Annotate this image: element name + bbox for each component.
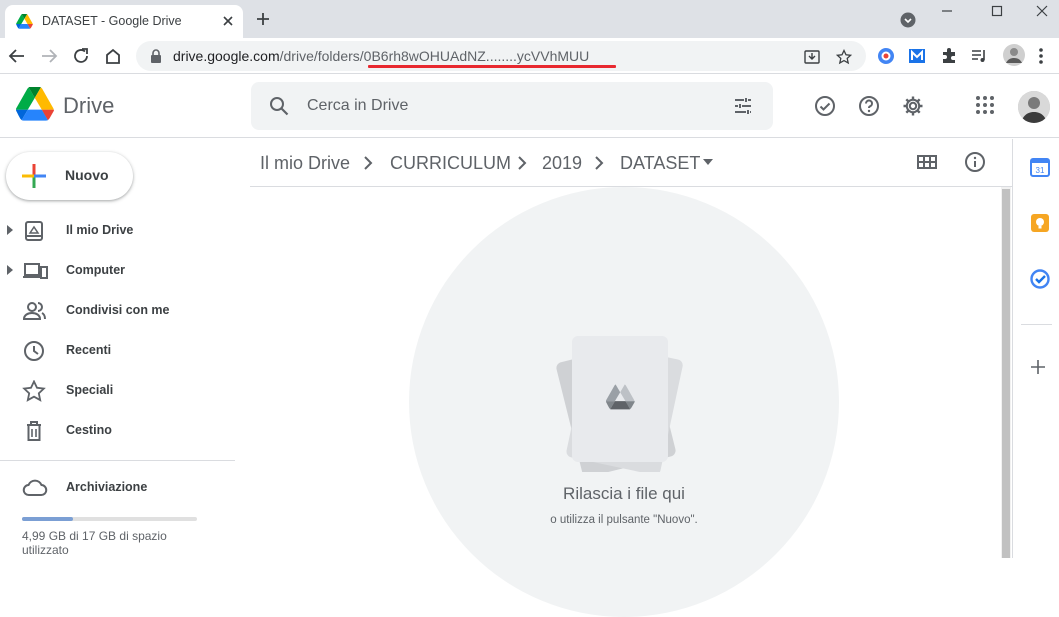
computer-icon (22, 260, 48, 282)
offline-status-icon[interactable] (814, 95, 836, 117)
chevron-right-icon (363, 156, 373, 170)
scrollbar-thumb[interactable] (1002, 189, 1010, 558)
extension-m-icon[interactable] (908, 47, 926, 65)
new-button-label: Nuovo (65, 167, 109, 183)
sidebar: Nuovo Il mio Drive Computer Condivisi co… (0, 139, 250, 558)
plus-multicolor-icon (22, 164, 46, 188)
sidebar-item-trash[interactable]: Cestino (0, 411, 235, 451)
drive-header: Drive (0, 75, 1059, 138)
info-icon[interactable] (964, 151, 986, 173)
media-control-icon[interactable] (970, 47, 988, 65)
breadcrumb-item[interactable]: CURRICULUM (390, 153, 511, 174)
bookmark-star-icon[interactable] (836, 49, 852, 65)
url-highlight-underline (368, 65, 616, 68)
side-panel: 31 (1012, 139, 1059, 558)
calendar-icon[interactable]: 31 (1030, 157, 1050, 177)
sidebar-divider (0, 460, 235, 461)
search-options-icon[interactable] (733, 96, 753, 116)
tab-title: DATASET - Google Drive (42, 14, 182, 28)
storage-progress-bar (22, 517, 197, 521)
install-app-icon[interactable] (804, 49, 820, 65)
grid-view-icon[interactable] (916, 151, 938, 173)
sidebar-item-starred[interactable]: Speciali (0, 371, 235, 411)
drop-zone-title: Rilascia i file qui (563, 484, 685, 503)
tab-search-icon[interactable] (900, 12, 916, 28)
add-addon-icon[interactable] (1030, 359, 1046, 375)
tasks-icon[interactable] (1030, 269, 1050, 289)
app-title[interactable]: Drive (63, 93, 114, 119)
sidebar-item-label: Recenti (66, 343, 112, 357)
settings-gear-icon[interactable] (902, 95, 924, 117)
google-apps-icon[interactable] (975, 95, 995, 115)
shared-people-icon (22, 300, 48, 322)
chevron-right-icon (594, 156, 604, 170)
close-window-icon[interactable] (1035, 4, 1049, 18)
search-bar[interactable] (251, 82, 773, 130)
svg-text:31: 31 (1036, 166, 1045, 175)
main-content: Il mio Drive CURRICULUM 2019 DATASET Ril… (250, 139, 1012, 617)
search-icon[interactable] (269, 96, 289, 116)
account-avatar[interactable] (1018, 91, 1050, 123)
drop-files-illustration-icon (548, 322, 688, 472)
cloud-icon (22, 477, 48, 499)
expand-caret-icon[interactable] (7, 265, 13, 275)
breadcrumb-current[interactable]: DATASET (620, 153, 700, 174)
new-tab-icon[interactable] (255, 11, 271, 27)
browser-toolbar: drive.google.com/drive/folders/0B6rh8wOH… (0, 38, 1059, 74)
sidebar-item-label: Speciali (66, 383, 114, 397)
browser-tab-strip: DATASET - Google Drive (0, 0, 1059, 38)
extension-g-icon[interactable] (877, 47, 895, 65)
star-icon (22, 380, 46, 402)
search-input[interactable] (307, 95, 707, 117)
sidebar-item-label: Archiviazione (66, 480, 148, 494)
drive-favicon-icon (16, 14, 33, 29)
keep-icon[interactable] (1030, 213, 1050, 233)
drive-logo-icon[interactable] (16, 87, 54, 121)
help-icon[interactable] (858, 95, 880, 117)
maximize-icon[interactable] (990, 4, 1004, 18)
storage-usage-text: 4,99 GB di 17 GB di spazio utilizzato (22, 529, 167, 557)
storage-progress-fill (22, 517, 73, 521)
sidebar-item-label: Computer (66, 263, 126, 277)
trash-icon (22, 420, 46, 442)
home-icon[interactable] (104, 47, 122, 65)
drop-zone-subtitle: o utilizza il pulsante "Nuovo". (550, 514, 698, 526)
recent-clock-icon (22, 340, 46, 362)
url-text[interactable]: drive.google.com/drive/folders/0B6rh8wOH… (173, 48, 589, 64)
chrome-menu-icon[interactable] (1038, 47, 1044, 65)
url-path: /drive/folders/0B6rh8wOHUAdNZ........ycV… (279, 48, 590, 64)
close-tab-icon[interactable] (221, 14, 235, 28)
profile-avatar-icon[interactable] (1003, 44, 1025, 66)
reload-icon[interactable] (72, 47, 90, 65)
forward-icon[interactable] (40, 47, 58, 65)
breadcrumb: Il mio Drive CURRICULUM 2019 DATASET (250, 139, 1012, 187)
breadcrumb-item[interactable]: 2019 (542, 153, 582, 174)
scrollbar[interactable] (1001, 187, 1011, 558)
sidebar-item-label: Condivisi con me (66, 303, 170, 317)
side-panel-divider (1021, 324, 1052, 325)
dropdown-caret-icon[interactable] (703, 159, 713, 165)
my-drive-icon (22, 220, 46, 242)
breadcrumb-item[interactable]: Il mio Drive (260, 153, 350, 174)
chevron-right-icon (517, 156, 527, 170)
sidebar-item-label: Cestino (66, 423, 112, 437)
expand-caret-icon[interactable] (7, 225, 13, 235)
sidebar-item-shared[interactable]: Condivisi con me (0, 291, 235, 331)
extensions-puzzle-icon[interactable] (940, 47, 958, 65)
sidebar-item-recent[interactable]: Recenti (0, 331, 235, 371)
url-host: drive.google.com (173, 48, 280, 64)
sidebar-item-label: Il mio Drive (66, 223, 134, 237)
back-icon[interactable] (8, 47, 26, 65)
address-bar[interactable]: drive.google.com/drive/folders/0B6rh8wOH… (136, 41, 866, 71)
lock-icon[interactable] (150, 49, 162, 63)
new-button[interactable]: Nuovo (6, 152, 133, 200)
browser-tab[interactable]: DATASET - Google Drive (5, 5, 243, 38)
minimize-icon[interactable] (940, 4, 954, 18)
sidebar-item-computer[interactable]: Computer (0, 251, 235, 291)
sidebar-item-my-drive[interactable]: Il mio Drive (0, 211, 235, 251)
sidebar-item-storage[interactable]: Archiviazione (0, 468, 235, 508)
